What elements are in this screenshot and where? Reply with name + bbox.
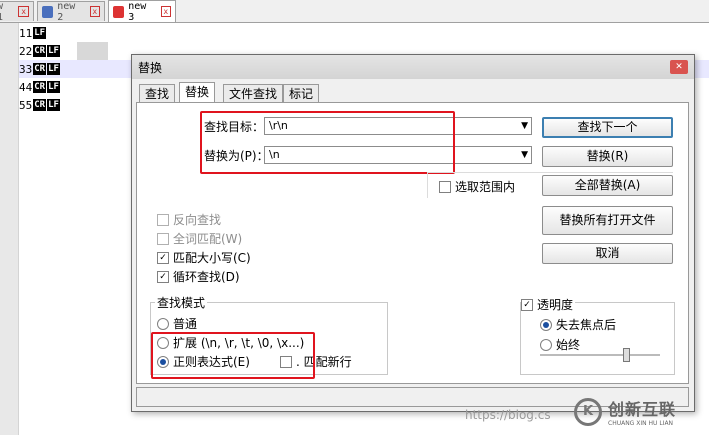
match-case-label: 匹配大小写(C) (173, 251, 251, 265)
mode-normal-radio[interactable]: 普通 (157, 315, 197, 332)
tab-find[interactable]: 查找 (139, 84, 176, 103)
in-selection-label: 选取范围内 (455, 180, 516, 194)
tab-new-3[interactable]: new 3 x (108, 0, 176, 23)
match-case-checkbox[interactable]: ✓ 匹配大小写(C) (157, 249, 251, 266)
checkbox-box[interactable] (157, 213, 169, 226)
lose-focus-label: 失去焦点后 (556, 318, 617, 332)
close-icon[interactable]: x (18, 6, 29, 17)
always-label: 始终 (556, 338, 581, 352)
whole-word-label: 全词匹配(W) (173, 232, 243, 246)
line-text: 4 (25, 80, 33, 94)
replace-button[interactable]: 替换(R) (542, 146, 673, 167)
cancel-button[interactable]: 取消 (542, 243, 673, 264)
annotation-box-inputs (200, 111, 455, 174)
line-number: 3 (19, 62, 26, 76)
close-icon[interactable]: ✕ (670, 60, 688, 74)
transparency-slider-thumb[interactable] (623, 348, 630, 362)
unsaved-file-icon (113, 5, 125, 18)
wrap-around-checkbox[interactable]: ✓ 循环查找(D) (157, 268, 240, 285)
eol-marker: LF (47, 99, 60, 111)
backward-label: 反向查找 (173, 213, 222, 227)
checkbox-box[interactable] (439, 180, 451, 193)
brand-name-cn: 创新互联 (608, 400, 677, 419)
tab-replace[interactable]: 替换 (179, 82, 216, 104)
radio-dot-selected[interactable] (540, 318, 552, 331)
eol-marker: CR (33, 63, 47, 75)
transparency-title: 透明度 (537, 298, 574, 312)
whole-word-checkbox[interactable]: 全词匹配(W) (157, 230, 242, 247)
radio-dot[interactable] (540, 338, 552, 351)
line-text: 3 (25, 62, 33, 76)
editor-line: 1 1 LF (19, 24, 47, 42)
dropdown-arrow-icon[interactable]: ▼ (521, 118, 528, 134)
brand-mark-icon: K (574, 397, 602, 426)
tab-new-3-label: new 3 (128, 0, 147, 23)
eol-marker: CR (33, 81, 47, 93)
search-mode-title: 查找模式 (155, 294, 208, 311)
eol-marker: LF (47, 45, 60, 57)
replace-panel: 查找目标： \r\n ▼ 替换为(P)： \n ▼ 查找下一个 替换(R) 选取… (136, 102, 689, 384)
replace-dialog: 替换 ✕ 查找 替换 文件查找 标记 查找目标： \r\n ▼ 替换为(P)： … (131, 54, 695, 412)
brand-logo: K 创新互联 CHUANG XIN HU LIAN (574, 388, 709, 435)
editor-line: 5 5 CR LF (19, 96, 60, 114)
editor-line: 2 2 CR LF (19, 42, 60, 60)
check-icon[interactable]: ✓ (157, 270, 169, 283)
eol-marker: LF (47, 81, 60, 93)
line-text: 5 (25, 98, 33, 112)
dropdown-arrow-icon[interactable]: ▼ (521, 147, 528, 163)
watermark-url: https://blog.cs (465, 408, 551, 422)
eol-marker: LF (33, 27, 47, 39)
line-text: 1 (25, 26, 33, 40)
saved-file-icon (42, 5, 54, 18)
tab-1-label: w 1 (0, 0, 4, 23)
transparency-checkbox[interactable]: ✓ 透明度 (521, 296, 576, 313)
check-icon[interactable]: ✓ (157, 251, 169, 264)
check-icon[interactable]: ✓ (521, 298, 533, 311)
tab-new-2-label: new 2 (57, 0, 76, 23)
line-text: 2 (25, 44, 33, 58)
tab-mark[interactable]: 标记 (283, 84, 320, 103)
transparency-slider-track[interactable] (540, 354, 660, 356)
mode-normal-label: 普通 (173, 317, 198, 331)
eol-marker: LF (47, 63, 60, 75)
line-number: 4 (19, 80, 26, 94)
replace-all-button[interactable]: 全部替换(A) (542, 175, 673, 196)
close-icon[interactable]: x (160, 6, 171, 17)
find-next-button[interactable]: 查找下一个 (542, 117, 673, 138)
tab-new-2[interactable]: new 2 x (37, 0, 105, 23)
brand-name-en: CHUANG XIN HU LIAN (608, 420, 674, 427)
eol-marker: CR (33, 45, 47, 57)
dialog-titlebar[interactable]: 替换 ✕ (132, 55, 694, 79)
replace-all-open-files-button[interactable]: 替换所有打开文件 (542, 206, 673, 235)
wrap-around-label: 循环查找(D) (173, 270, 240, 284)
close-icon[interactable]: x (89, 6, 100, 17)
transparency-always-radio[interactable]: 始终 (540, 336, 580, 353)
tab-1[interactable]: w 1 x (0, 0, 34, 23)
annotation-box-regex (151, 332, 315, 379)
line-number: 5 (19, 98, 26, 112)
transparency-lose-focus-radio[interactable]: 失去焦点后 (540, 316, 616, 333)
dialog-title: 替换 (138, 60, 163, 75)
editor-line: 4 4 CR LF (19, 78, 60, 96)
in-selection-checkbox[interactable]: 选取范围内 (439, 178, 515, 195)
margin-gutter (0, 23, 19, 435)
selection-highlight (77, 42, 108, 60)
tab-find-in-files[interactable]: 文件查找 (223, 84, 284, 103)
radio-dot[interactable] (157, 317, 169, 330)
line-number: 2 (19, 44, 26, 58)
checkbox-box[interactable] (157, 232, 169, 245)
backward-checkbox[interactable]: 反向查找 (157, 211, 221, 228)
line-number: 1 (19, 26, 26, 40)
tab-bar: w 1 x new 2 x new 3 x (0, 0, 709, 23)
eol-marker: CR (33, 99, 47, 111)
